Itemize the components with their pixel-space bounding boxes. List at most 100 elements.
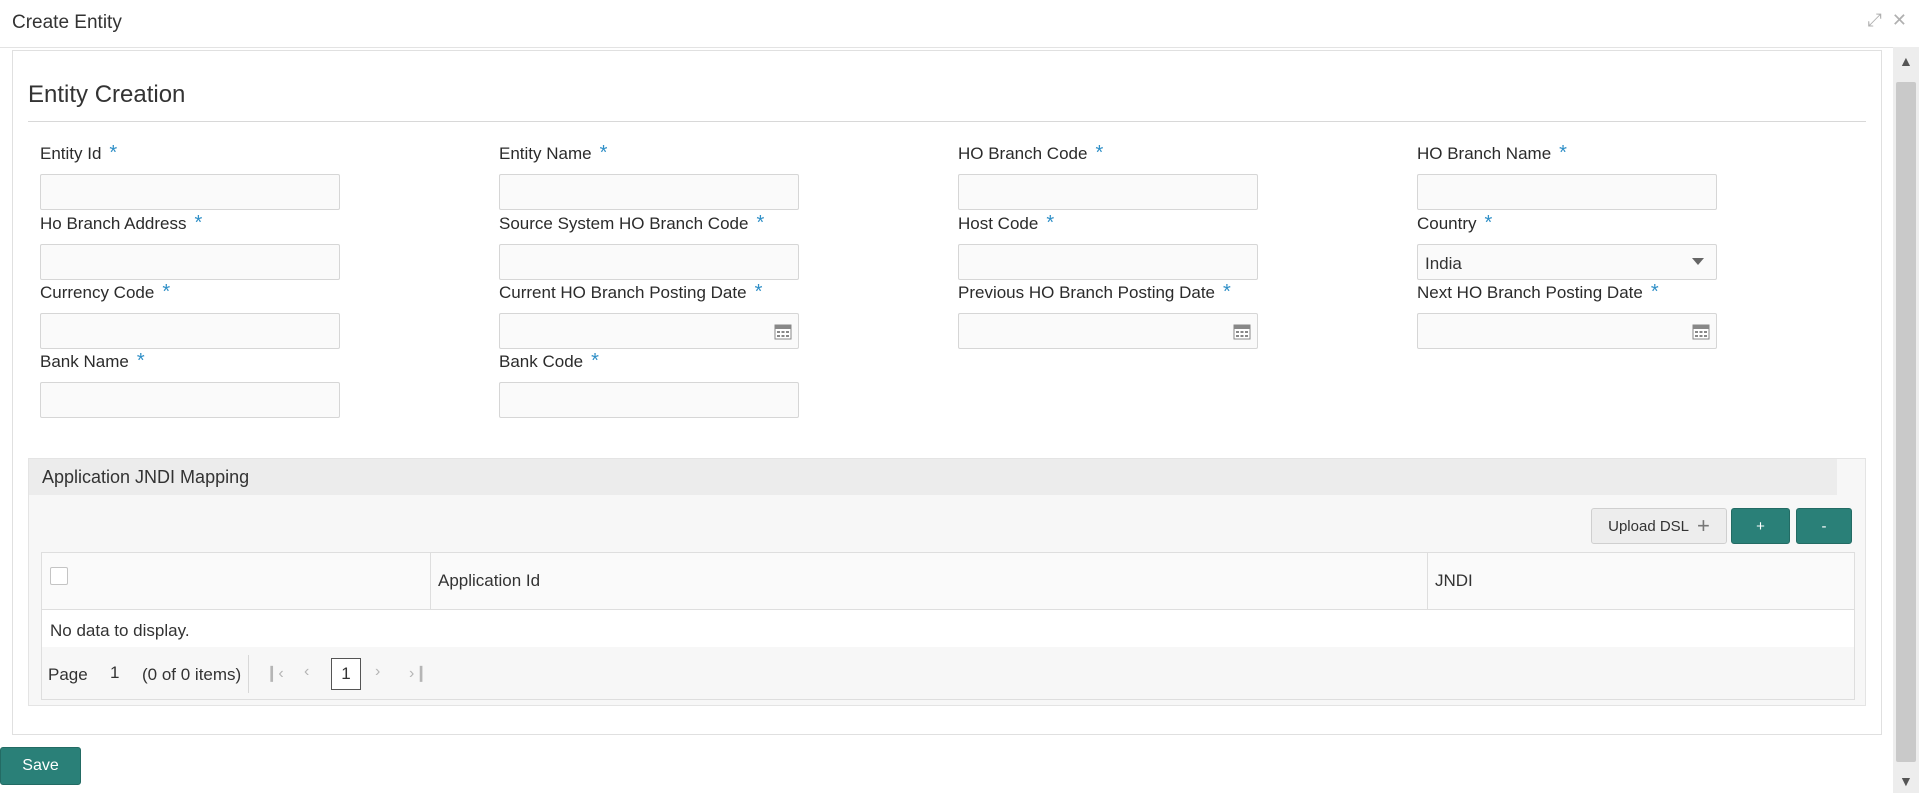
jndi-section-header: Application JNDI Mapping bbox=[29, 459, 1837, 495]
required-marker: * bbox=[591, 350, 599, 372]
upload-dsl-label: Upload DSL bbox=[1608, 517, 1690, 535]
window-titlebar: Create Entity ⤢ ✕ bbox=[0, 0, 1919, 48]
jndi-section-title: Application JNDI Mapping bbox=[42, 467, 250, 487]
next-page-icon[interactable]: › bbox=[375, 663, 380, 681]
ho-branch-name-input[interactable] bbox=[1417, 174, 1717, 210]
source-system-ho-branch-code-field: Source System HO Branch Code * bbox=[499, 213, 799, 280]
required-marker: * bbox=[1650, 281, 1659, 303]
country-select[interactable]: India bbox=[1417, 244, 1717, 280]
bank-name-input[interactable] bbox=[40, 382, 340, 418]
section-title: Entity Creation bbox=[28, 81, 186, 108]
dropdown-caret-icon[interactable] bbox=[1692, 258, 1704, 265]
ho-branch-name-label: HO Branch Name bbox=[1417, 144, 1552, 163]
page-label: Page bbox=[48, 665, 88, 684]
next-ho-branch-posting-date-input[interactable] bbox=[1417, 313, 1717, 349]
empty-table-message: No data to display. bbox=[50, 621, 190, 640]
vertical-scrollbar[interactable]: ▲ ▼ bbox=[1893, 47, 1919, 793]
window-title: Create Entity bbox=[12, 12, 122, 33]
column-application-id[interactable]: Application Id bbox=[430, 553, 1428, 609]
section-divider bbox=[28, 121, 1866, 122]
bank-code-label: Bank Code bbox=[499, 352, 584, 371]
ho-branch-code-label: HO Branch Code bbox=[958, 144, 1088, 163]
ho-branch-code-input[interactable] bbox=[958, 174, 1258, 210]
entity-id-label: Entity Id bbox=[40, 144, 102, 163]
entity-name-field: Entity Name * bbox=[499, 142, 799, 210]
previous-ho-branch-posting-date-label: Previous HO Branch Posting Date bbox=[958, 283, 1216, 302]
application-jndi-mapping-section: Application JNDI Mapping Upload DSL + + … bbox=[28, 458, 1866, 706]
calendar-icon[interactable] bbox=[774, 322, 792, 340]
last-page-icon[interactable]: ›❙ bbox=[409, 663, 428, 683]
scroll-down-icon[interactable]: ▼ bbox=[1899, 773, 1913, 789]
currency-code-field: Currency Code * bbox=[40, 281, 340, 349]
required-marker: * bbox=[599, 142, 608, 164]
scroll-thumb[interactable] bbox=[1896, 82, 1916, 762]
calendar-icon[interactable] bbox=[1233, 322, 1251, 340]
host-code-label: Host Code bbox=[958, 214, 1039, 233]
jndi-table: Application Id JNDI No data to display. … bbox=[41, 552, 1855, 700]
bank-code-field: Bank Code * bbox=[499, 350, 799, 418]
page-number-input[interactable]: 1 bbox=[110, 663, 119, 683]
current-ho-branch-posting-date-label: Current HO Branch Posting Date bbox=[499, 283, 747, 302]
add-row-button[interactable]: + bbox=[1731, 508, 1790, 544]
remove-row-button[interactable]: - bbox=[1796, 508, 1852, 544]
item-count: (0 of 0 items) bbox=[142, 665, 242, 684]
ho-branch-address-field: Ho Branch Address * bbox=[40, 212, 340, 280]
current-ho-branch-posting-date-input[interactable] bbox=[499, 313, 799, 349]
previous-ho-branch-posting-date-field: Previous HO Branch Posting Date * bbox=[958, 281, 1258, 349]
next-ho-branch-posting-date-label: Next HO Branch Posting Date bbox=[1417, 283, 1643, 302]
entity-name-label: Entity Name bbox=[499, 144, 592, 163]
host-code-input[interactable] bbox=[958, 244, 1258, 280]
entity-id-field: Entity Id * bbox=[40, 142, 340, 210]
first-page-icon[interactable]: ❙‹ bbox=[265, 663, 284, 683]
bank-name-label: Bank Name bbox=[40, 352, 129, 371]
required-marker: * bbox=[1223, 281, 1231, 303]
ho-branch-address-input[interactable] bbox=[40, 244, 340, 280]
ho-branch-address-label: Ho Branch Address bbox=[40, 214, 187, 233]
bank-name-field: Bank Name * bbox=[40, 350, 340, 418]
previous-ho-branch-posting-date-input[interactable] bbox=[958, 313, 1258, 349]
required-marker: * bbox=[162, 281, 171, 303]
currency-code-input[interactable] bbox=[40, 313, 340, 349]
window-controls: ⤢ ✕ bbox=[1868, 10, 1908, 31]
column-application-id-label: Application Id bbox=[438, 571, 541, 590]
select-column bbox=[42, 553, 431, 609]
scroll-up-icon[interactable]: ▲ bbox=[1899, 53, 1913, 69]
next-ho-branch-posting-date-field: Next HO Branch Posting Date * bbox=[1417, 281, 1717, 349]
required-marker: * bbox=[136, 350, 145, 372]
required-marker: * bbox=[754, 281, 763, 303]
host-code-field: Host Code * bbox=[958, 212, 1258, 280]
source-system-ho-branch-code-input[interactable] bbox=[499, 244, 799, 280]
upload-dsl-button[interactable]: Upload DSL + bbox=[1591, 508, 1727, 544]
calendar-icon[interactable] bbox=[1692, 322, 1710, 340]
currency-code-label: Currency Code bbox=[40, 283, 155, 302]
ho-branch-name-field: HO Branch Name * bbox=[1417, 142, 1717, 210]
source-system-ho-branch-code-label: Source System HO Branch Code bbox=[499, 214, 749, 233]
entity-id-input[interactable] bbox=[40, 174, 340, 210]
pager-divider bbox=[248, 655, 249, 693]
save-button[interactable]: Save bbox=[0, 747, 81, 785]
prev-page-icon[interactable]: ‹ bbox=[304, 663, 309, 681]
plus-icon: + bbox=[1697, 513, 1710, 538]
bank-code-input[interactable] bbox=[499, 382, 799, 418]
pagination: Page 1 (0 of 0 items) ❙‹ ‹ 1 › ›❙ bbox=[42, 647, 1854, 699]
ho-branch-code-field: HO Branch Code * bbox=[958, 142, 1258, 210]
required-marker: * bbox=[1095, 142, 1104, 164]
country-field: Country * India bbox=[1417, 212, 1717, 280]
country-label: Country bbox=[1417, 214, 1477, 233]
required-marker: * bbox=[1559, 142, 1567, 164]
required-marker: * bbox=[194, 212, 203, 234]
current-page-button[interactable]: 1 bbox=[331, 658, 361, 690]
table-header: Application Id JNDI bbox=[42, 553, 1854, 610]
select-all-checkbox[interactable] bbox=[50, 567, 68, 585]
column-jndi[interactable]: JNDI bbox=[1427, 553, 1854, 609]
minimize-icon[interactable]: ⤢ bbox=[1868, 10, 1882, 31]
required-marker: * bbox=[109, 142, 118, 164]
country-selected-value: India bbox=[1425, 254, 1462, 273]
close-icon[interactable]: ✕ bbox=[1892, 10, 1907, 31]
entity-name-input[interactable] bbox=[499, 174, 799, 210]
current-ho-branch-posting-date-field: Current HO Branch Posting Date * bbox=[499, 281, 799, 349]
required-marker: * bbox=[1484, 212, 1493, 234]
column-jndi-label: JNDI bbox=[1435, 571, 1473, 590]
required-marker: * bbox=[1046, 212, 1055, 234]
entity-creation-panel: Entity Creation Entity Id * Entity Name * … bbox=[12, 50, 1882, 735]
